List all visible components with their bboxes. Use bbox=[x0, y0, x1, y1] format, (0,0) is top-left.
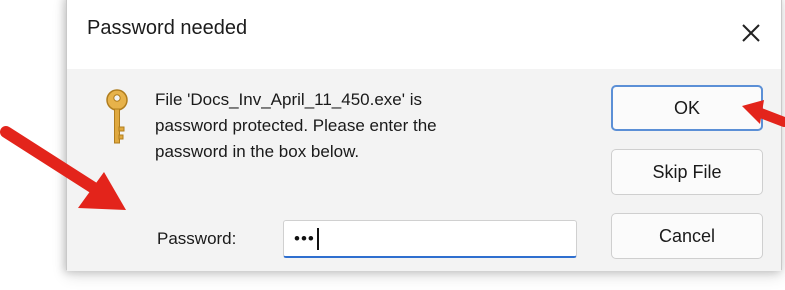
close-button[interactable] bbox=[733, 15, 769, 51]
close-icon bbox=[742, 24, 760, 42]
password-value: ••• bbox=[294, 228, 315, 248]
skip-file-button[interactable]: Skip File bbox=[611, 149, 763, 195]
text-caret bbox=[316, 227, 319, 250]
ok-button[interactable]: OK bbox=[611, 85, 763, 131]
key-icon bbox=[106, 89, 128, 144]
password-dialog: Password needed File 'Docs_Inv_April_11_… bbox=[66, 0, 782, 271]
dialog-content: File 'Docs_Inv_April_11_450.exe' is pass… bbox=[67, 69, 781, 271]
dialog-title: Password needed bbox=[87, 17, 248, 39]
dialog-message: File 'Docs_Inv_April_11_450.exe' is pass… bbox=[155, 90, 437, 161]
password-label: Password: bbox=[157, 229, 237, 248]
screenshot-stage: Password needed File 'Docs_Inv_April_11_… bbox=[0, 0, 785, 290]
cancel-button[interactable]: Cancel bbox=[611, 213, 763, 259]
title-bar: Password needed bbox=[67, 0, 781, 70]
password-input[interactable]: ••• bbox=[283, 220, 577, 258]
